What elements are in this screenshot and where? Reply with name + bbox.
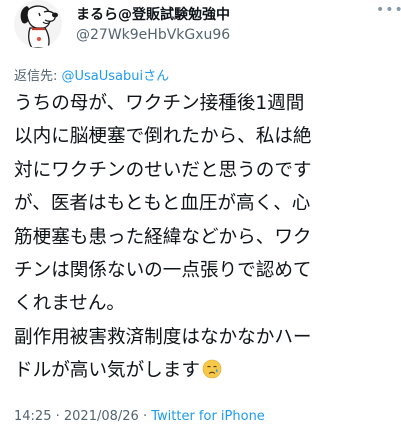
snoopy-avatar-icon[interactable] [14, 0, 62, 48]
reply-suffix: さん [143, 69, 170, 84]
meta-separator: · [138, 409, 152, 424]
tweet-time[interactable]: 14:25 [14, 409, 51, 424]
tweet-text-line: 副作用被害救済制度はなかなかハー [14, 326, 312, 348]
user-handle[interactable]: @27Wk9eHbVkGxu96 [76, 27, 230, 43]
more-options-icon[interactable]: ••• [376, 2, 401, 18]
tweet-text-line: 筋梗塞も患った経緯などから、ワク [14, 226, 312, 248]
tweet: まるら@登販試験勉強中 @27Wk9eHbVkGxu96 ••• 返信先: @U… [0, 0, 401, 444]
reply-to-line: 返信先: @UsaUsabuiさん [14, 65, 169, 84]
tweet-text-line: 対にワクチンのせいだと思うのです [14, 159, 312, 181]
crying-face-emoji-icon [202, 357, 222, 379]
meta-separator: · [51, 409, 64, 424]
tweet-text: うちの母が、ワクチン接種後1週間 以内に脳梗塞で倒れたから、私は絶 対にワクチン… [14, 87, 388, 388]
tweet-text-line: ドルが高い気がします [14, 360, 200, 382]
tweet-text-line: チンは関係ないの一点張りで認めて [14, 260, 312, 282]
tweet-text-line: くれません。 [14, 293, 126, 315]
tweet-text-last-line: ドルが高い気がします [14, 354, 388, 387]
reply-mention-link[interactable]: @UsaUsabui [62, 69, 144, 84]
tweet-text-line: 以内に脳梗塞で倒れたから、私は絶 [14, 126, 312, 148]
display-name[interactable]: まるら@登販試験勉強中 [76, 4, 230, 24]
reply-prefix: 返信先: [14, 69, 62, 84]
tweet-source-link[interactable]: Twitter for iPhone [151, 409, 265, 424]
tweet-meta: 14:25 · 2021/08/26 · Twitter for iPhone [14, 409, 265, 424]
tweet-text-line: うちの母が、ワクチン接種後1週間 [14, 93, 305, 114]
tweet-text-line: が、医者はもともと血圧が高く、心 [14, 193, 311, 215]
tweet-date[interactable]: 2021/08/26 [64, 409, 139, 424]
